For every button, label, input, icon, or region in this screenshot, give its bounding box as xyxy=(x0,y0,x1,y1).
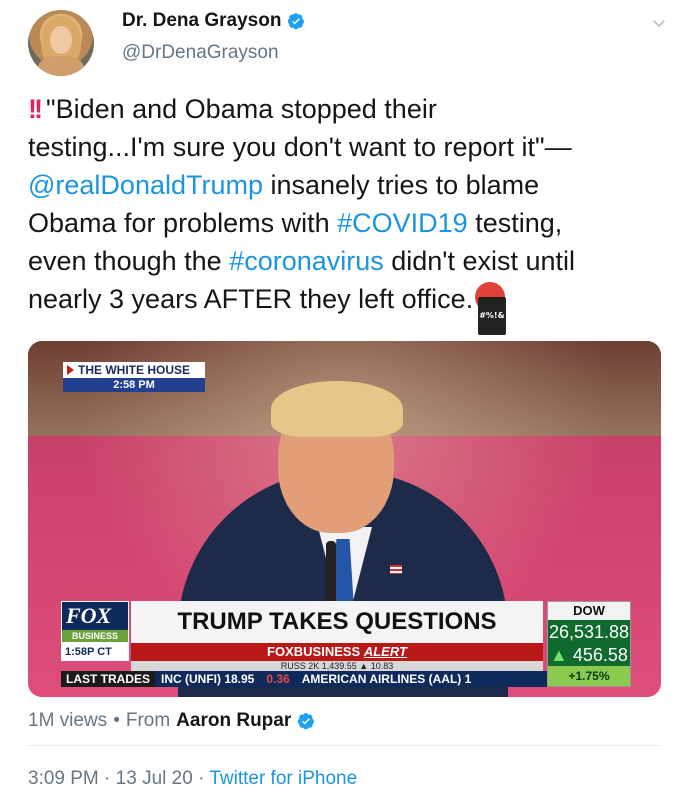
source-client-link[interactable]: Twitter for iPhone xyxy=(209,768,357,789)
dow-index-box: DOW 26,531.88 ▲ 456.58 +1.75% xyxy=(547,601,631,687)
emoji-symbols: #%!& xyxy=(478,297,506,335)
hashtag-covid19-link[interactable]: #COVID19 xyxy=(337,208,468,238)
dow-value: 26,531.88 xyxy=(548,620,630,644)
ticker-item: AMERICAN AIRLINES (AAL) 1 xyxy=(301,672,472,686)
source-author-link[interactable]: Aaron Rupar xyxy=(176,710,291,732)
view-count: 1M views xyxy=(28,710,108,731)
angry-face-emoji-icon: #%!& xyxy=(475,282,506,335)
tweet-line-6: nearly 3 years AFTER they left office. #%… xyxy=(28,280,668,335)
tweet-line-1: !! "Biden and Obama stopped their xyxy=(28,90,668,128)
double-exclamation-icon: !! xyxy=(28,94,43,124)
ticker-item: INC (UNFI) 18.95 xyxy=(161,672,255,686)
from-label: From xyxy=(125,710,171,731)
video-player[interactable]: THE WHITE HOUSE 2:58 PM FOX BUSINESS 1:5… xyxy=(28,341,661,697)
ticker-faint: RUSS 2K 1,439.55 ▲ 10.83 xyxy=(131,661,543,671)
news-alert-bar: FOXBUSINESS ALERT xyxy=(131,643,543,661)
tweet-header: Dr. Dena Grayson @DrDenaGrayson xyxy=(28,8,668,78)
tweet-line-6-text: nearly 3 years AFTER they left office. xyxy=(28,284,474,314)
separator-dot: • xyxy=(113,710,120,731)
up-arrow-icon: ▲ xyxy=(550,645,568,665)
tweet-text: !! "Biden and Obama stopped their testing… xyxy=(28,90,668,335)
author-handle[interactable]: @DrDenaGrayson xyxy=(122,42,279,64)
tweet-line-5-start: even though the xyxy=(28,246,230,276)
ticker-item: 0.36 xyxy=(266,672,290,686)
hashtag-coronavirus-link[interactable]: #coronavirus xyxy=(229,246,384,276)
location-label: THE WHITE HOUSE xyxy=(78,363,191,377)
timestamp-row: 3:09 PM · 13 Jul 20 · Twitter for iPhone xyxy=(28,768,357,790)
alert-word: ALERT xyxy=(363,644,407,659)
location-bug: THE WHITE HOUSE 2:58 PM xyxy=(63,362,205,392)
ticker-label: LAST TRADES xyxy=(61,671,155,687)
verified-badge-icon xyxy=(288,13,305,30)
tweet-line-2: testing...I'm sure you don't want to rep… xyxy=(28,132,572,162)
tweet-date[interactable]: 13 Jul 20 xyxy=(116,768,193,789)
media-attribution: 1M views • From Aaron Rupar xyxy=(28,710,315,732)
broadcast-clock: 1:58P CT xyxy=(61,643,129,661)
stock-ticker: LAST TRADES INC (UNFI) 18.95 0.36 AMERIC… xyxy=(61,671,551,687)
play-triangle-icon xyxy=(67,365,74,375)
location-time: 2:58 PM xyxy=(63,378,205,392)
tweet-line-4-start: Obama for problems with xyxy=(28,208,338,238)
alert-brand: FOXBUSINESS xyxy=(267,644,361,659)
mention-link[interactable]: @realDonaldTrump xyxy=(28,170,263,200)
dow-label: DOW xyxy=(548,602,630,620)
tweet-quote-start: "Biden and Obama stopped their xyxy=(45,94,437,124)
verified-badge-icon xyxy=(298,713,315,730)
tweet-time[interactable]: 3:09 PM xyxy=(28,768,99,789)
author-name-row: Dr. Dena Grayson xyxy=(122,10,305,32)
chevron-down-icon[interactable] xyxy=(650,14,668,32)
news-headline: TRUMP TAKES QUESTIONS xyxy=(131,601,543,643)
separator-dot: · xyxy=(198,768,205,789)
fox-business-logo: FOX BUSINESS xyxy=(61,601,129,643)
news-lower-third: FOX BUSINESS 1:58P CT TRUMP TAKES QUESTI… xyxy=(61,601,631,687)
separator-dot: · xyxy=(104,768,111,789)
tweet-line-4: Obama for problems with #COVID19 testing… xyxy=(28,204,668,242)
dow-percent: +1.75% xyxy=(548,666,630,686)
tweet-line-4-end: testing, xyxy=(467,208,563,238)
dow-change: ▲ 456.58 xyxy=(548,644,630,666)
tweet-line-3-rest: insanely tries to blame xyxy=(263,170,540,200)
tweet-line-5: even though the #coronavirus didn't exis… xyxy=(28,242,668,280)
divider xyxy=(28,745,661,746)
flag-pin-icon xyxy=(390,565,402,574)
author-display-name[interactable]: Dr. Dena Grayson xyxy=(122,10,281,32)
tweet-line-3: @realDonaldTrump insanely tries to blame xyxy=(28,166,668,204)
tweet-line-5-end: didn't exist until xyxy=(383,246,576,276)
author-avatar[interactable] xyxy=(28,10,94,76)
